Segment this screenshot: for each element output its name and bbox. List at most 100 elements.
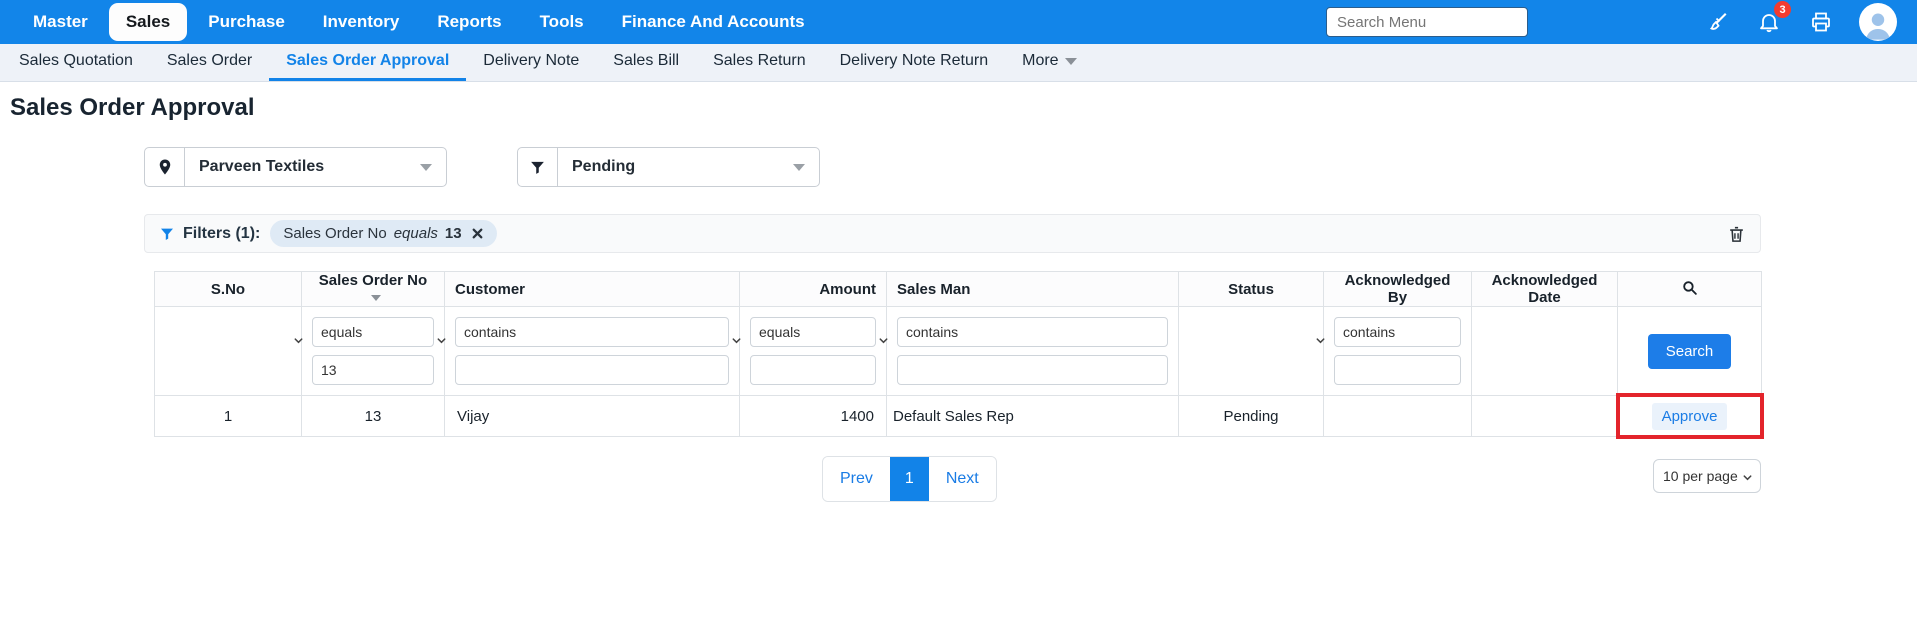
subnav-label: Sales Order bbox=[167, 52, 252, 70]
cell-amount: 1400 bbox=[740, 396, 887, 437]
search-button[interactable]: Search bbox=[1648, 334, 1732, 369]
per-page-select[interactable]: 10 per page bbox=[1653, 459, 1761, 493]
status-filter-dropdown[interactable]: Pending bbox=[517, 147, 820, 187]
customer-filter-input[interactable] bbox=[455, 355, 729, 385]
search-menu-input[interactable] bbox=[1326, 7, 1528, 37]
acknowledged-by-filter-input[interactable] bbox=[1334, 355, 1461, 385]
filters-count-label: Filters (1): bbox=[183, 225, 260, 243]
subnav-label: Delivery Note Return bbox=[840, 52, 989, 70]
page-title: Sales Order Approval bbox=[10, 94, 1917, 122]
subnav-sales-return[interactable]: Sales Return bbox=[696, 44, 823, 81]
approve-link[interactable]: Approve bbox=[1652, 403, 1728, 430]
subnav-label: Sales Return bbox=[713, 52, 806, 70]
subnav-label: More bbox=[1022, 52, 1058, 70]
sales-man-operator-select[interactable]: contains bbox=[897, 317, 1168, 347]
filter-chip-field: Sales Order No bbox=[283, 225, 386, 242]
active-filters-bar: Filters (1): Sales Order No equals 13 bbox=[144, 214, 1761, 253]
nav-item-tools[interactable]: Tools bbox=[523, 3, 601, 41]
remove-filter-icon[interactable] bbox=[471, 227, 484, 240]
cell-status: Pending bbox=[1179, 396, 1324, 437]
column-header-sales-man: Sales Man bbox=[887, 272, 1179, 307]
subnav-more[interactable]: More bbox=[1005, 44, 1093, 81]
subnav-delivery-note-return[interactable]: Delivery Note Return bbox=[823, 44, 1006, 81]
filter-cell-search: Search bbox=[1618, 307, 1762, 396]
filter-cell-status bbox=[1179, 307, 1324, 396]
subnav-sales-bill[interactable]: Sales Bill bbox=[596, 44, 696, 81]
cell-acknowledged-date bbox=[1472, 396, 1618, 437]
status-dropdown-value: Pending bbox=[558, 148, 793, 186]
location-pin-icon bbox=[145, 148, 185, 186]
cell-customer: Vijay bbox=[445, 396, 740, 437]
subnav-sales-order[interactable]: Sales Order bbox=[150, 44, 269, 81]
pagination-row: Prev 1 Next 10 per page bbox=[154, 456, 1761, 504]
funnel-filter-icon bbox=[518, 148, 558, 186]
sales-order-no-filter-input[interactable] bbox=[312, 355, 434, 385]
acknowledged-by-operator-select[interactable]: contains bbox=[1334, 317, 1461, 347]
filter-cell-sno bbox=[155, 307, 302, 396]
cell-action: Approve bbox=[1618, 396, 1762, 437]
cell-acknowledged-by bbox=[1324, 396, 1472, 437]
sales-man-filter-input[interactable] bbox=[897, 355, 1168, 385]
column-header-sales-order-no[interactable]: Sales Order No bbox=[302, 272, 445, 307]
printer-icon[interactable] bbox=[1807, 8, 1835, 36]
location-dropdown-value: Parveen Textiles bbox=[185, 148, 420, 186]
sales-order-no-operator-select[interactable]: equals bbox=[312, 317, 434, 347]
notification-count-badge: 3 bbox=[1774, 1, 1791, 18]
amount-operator-select[interactable]: equals bbox=[750, 317, 876, 347]
cell-sno: 1 bbox=[155, 396, 302, 437]
column-header-customer: Customer bbox=[445, 272, 740, 307]
column-header-sno: S.No bbox=[155, 272, 302, 307]
filter-chip: Sales Order No equals 13 bbox=[270, 220, 496, 247]
location-dropdown[interactable]: Parveen Textiles bbox=[144, 147, 447, 187]
search-column-icon[interactable] bbox=[1681, 279, 1698, 296]
sort-caret-icon bbox=[371, 295, 381, 301]
theme-brush-icon[interactable] bbox=[1703, 8, 1731, 36]
filter-cell-sales-man: contains bbox=[887, 307, 1179, 396]
topnav-icon-cluster: 3 bbox=[1703, 3, 1897, 41]
nav-item-purchase[interactable]: Purchase bbox=[191, 3, 302, 41]
amount-filter-input[interactable] bbox=[750, 355, 876, 385]
funnel-filter-icon bbox=[159, 226, 175, 242]
customer-operator-select[interactable]: contains bbox=[455, 317, 729, 347]
chevron-down-icon bbox=[793, 148, 819, 186]
filter-cell-amount: equals bbox=[740, 307, 887, 396]
page-1-button[interactable]: 1 bbox=[890, 457, 929, 501]
table-row: 1 13 Vijay 1400 Default Sales Rep Pendin… bbox=[155, 396, 1762, 437]
filter-cell-customer: contains bbox=[445, 307, 740, 396]
chevron-down-icon bbox=[1065, 58, 1077, 65]
column-header-label: Sales Order No bbox=[319, 272, 427, 289]
next-page-button[interactable]: Next bbox=[929, 457, 996, 501]
filter-cell-sales-order-no: equals bbox=[302, 307, 445, 396]
nav-item-master[interactable]: Master bbox=[16, 3, 105, 41]
clear-filters-trash-icon[interactable] bbox=[1727, 224, 1746, 244]
subnav-label: Sales Bill bbox=[613, 52, 679, 70]
prev-page-button[interactable]: Prev bbox=[823, 457, 890, 501]
subnav-sales-quotation[interactable]: Sales Quotation bbox=[2, 44, 150, 81]
filter-chip-operator: equals bbox=[394, 225, 438, 242]
filter-toolbar: Parveen Textiles Pending bbox=[144, 147, 1917, 187]
notifications-bell-icon[interactable]: 3 bbox=[1755, 8, 1783, 36]
column-header-acknowledged-date: Acknowledged Date bbox=[1472, 272, 1618, 307]
nav-item-finance[interactable]: Finance And Accounts bbox=[605, 3, 822, 41]
column-header-search bbox=[1618, 272, 1762, 307]
subnav-label: Sales Order Approval bbox=[286, 52, 449, 70]
subnav-delivery-note[interactable]: Delivery Note bbox=[466, 44, 596, 81]
cell-sales-order-no: 13 bbox=[302, 396, 445, 437]
cell-sales-man: Default Sales Rep bbox=[887, 396, 1179, 437]
filter-chip-value: 13 bbox=[445, 225, 462, 242]
nav-item-reports[interactable]: Reports bbox=[420, 3, 518, 41]
user-avatar[interactable] bbox=[1859, 3, 1897, 41]
top-navbar: Master Sales Purchase Inventory Reports … bbox=[0, 0, 1917, 44]
filter-cell-acknowledged-by: contains bbox=[1324, 307, 1472, 396]
chevron-down-icon bbox=[420, 148, 446, 186]
subnav-label: Sales Quotation bbox=[19, 52, 133, 70]
sales-order-approval-table: S.No Sales Order No Customer Amount Sale… bbox=[154, 271, 1762, 437]
sales-subnav: Sales Quotation Sales Order Sales Order … bbox=[0, 44, 1917, 82]
nav-item-inventory[interactable]: Inventory bbox=[306, 3, 417, 41]
subnav-sales-order-approval[interactable]: Sales Order Approval bbox=[269, 44, 466, 81]
nav-item-sales[interactable]: Sales bbox=[109, 3, 187, 41]
per-page-select-wrap: 10 per page bbox=[1653, 459, 1761, 493]
column-header-status: Status bbox=[1179, 272, 1324, 307]
pagination: Prev 1 Next bbox=[822, 456, 997, 502]
subnav-label: Delivery Note bbox=[483, 52, 579, 70]
